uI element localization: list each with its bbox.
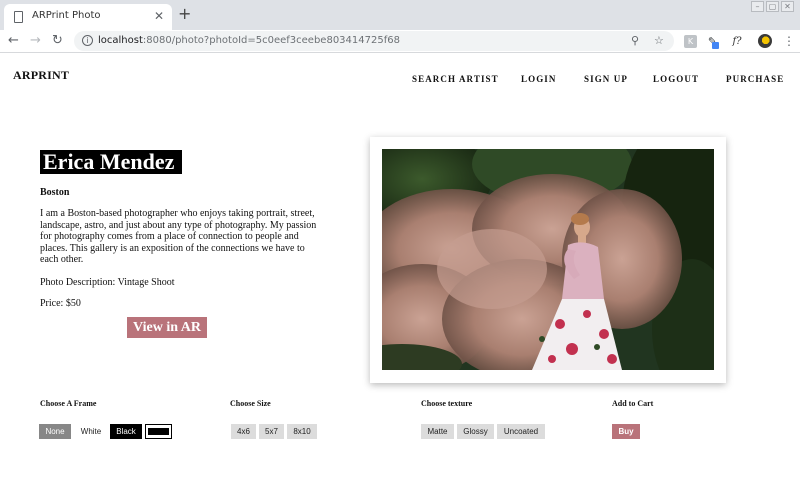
photo-frame (370, 137, 726, 383)
size-8x10-button[interactable]: 8x10 (287, 424, 317, 439)
texture-uncoated-button[interactable]: Uncoated (497, 424, 545, 439)
minimize-icon[interactable]: – (751, 1, 764, 12)
photo-price: Price: $50 (40, 298, 81, 309)
cart-title: Add to Cart (612, 399, 654, 408)
description-value: Vintage Shoot (117, 277, 175, 288)
browser-tabstrip: ARPrint Photo ✕ + – ▢ ✕ (0, 0, 800, 30)
tab-title: ARPrint Photo (32, 10, 101, 21)
menu-dots-icon[interactable]: ⋮ (783, 32, 795, 50)
texture-matte-button[interactable]: Matte (421, 424, 454, 439)
price-label: Price: (40, 298, 64, 309)
frame-white-button[interactable]: White (75, 424, 107, 439)
url-text: localhost:8080/photo?photoId=5c0eef3ceeb… (98, 34, 400, 48)
frame-options-title: Choose A Frame (40, 399, 97, 408)
artist-name: Erica Mendez (40, 150, 183, 174)
size-4x6-button[interactable]: 4x6 (231, 424, 256, 439)
texture-options-title: Choose texture (421, 399, 473, 408)
formula-extension-icon[interactable]: f? (727, 35, 747, 48)
nav-purchase[interactable]: PURCHASE (726, 74, 784, 84)
artist-city: Boston (40, 187, 70, 198)
forward-arrow-icon[interactable]: → (30, 32, 41, 50)
extension-k-icon[interactable]: K (684, 35, 697, 48)
maximize-icon[interactable]: ▢ (766, 1, 779, 12)
nav-search-artist[interactable]: SEARCH ARTIST (412, 74, 499, 84)
nav-logout[interactable]: LOGOUT (653, 74, 699, 84)
frame-swatch (148, 428, 169, 435)
size-5x7-button[interactable]: 5x7 (259, 424, 284, 439)
profile-avatar[interactable] (758, 34, 772, 48)
price-value: $50 (65, 298, 81, 309)
texture-glossy-button[interactable]: Glossy (457, 424, 494, 439)
frame-black-button[interactable]: Black (110, 424, 142, 439)
nav-login[interactable]: LOGIN (521, 74, 557, 84)
address-bar[interactable]: i localhost:8080/photo?photoId=5c0eef3ce… (74, 31, 674, 51)
size-options-title: Choose Size (230, 399, 271, 408)
back-arrow-icon[interactable]: ← (8, 32, 19, 50)
plus-icon[interactable]: + (178, 5, 191, 23)
extension-badge (712, 42, 719, 49)
info-icon[interactable]: i (82, 35, 93, 46)
buy-button[interactable]: Buy (612, 424, 640, 439)
document-icon (14, 11, 23, 23)
close-icon[interactable]: ✕ (154, 9, 164, 23)
window-close-icon[interactable]: ✕ (781, 1, 794, 12)
star-icon[interactable]: ☆ (654, 33, 664, 49)
frame-none-button[interactable]: None (39, 424, 71, 439)
browser-tab[interactable]: ARPrint Photo ✕ (4, 4, 172, 30)
zoom-icon[interactable]: ⚲ (631, 33, 639, 49)
photo-image (382, 149, 714, 370)
brand-logo[interactable]: ARPRINT (13, 68, 69, 83)
window-controls: – ▢ ✕ (751, 1, 794, 12)
browser-toolbar: ← → ↻ i localhost:8080/photo?photoId=5c0… (0, 30, 800, 53)
frame-swatch-button[interactable] (145, 424, 172, 439)
description-label: Photo Description: (40, 277, 116, 288)
photo-description: Photo Description: Vintage Shoot (40, 277, 175, 288)
url-host: localhost (98, 35, 143, 46)
url-path: :8080/photo?photoId=5c0eef3ceebe80341472… (142, 35, 400, 46)
reload-icon[interactable]: ↻ (52, 32, 63, 50)
artist-bio: I am a Boston-based photographer who enj… (40, 208, 317, 266)
view-in-ar-button[interactable]: View in AR (127, 317, 207, 338)
nav-sign-up[interactable]: SIGN UP (584, 74, 628, 84)
